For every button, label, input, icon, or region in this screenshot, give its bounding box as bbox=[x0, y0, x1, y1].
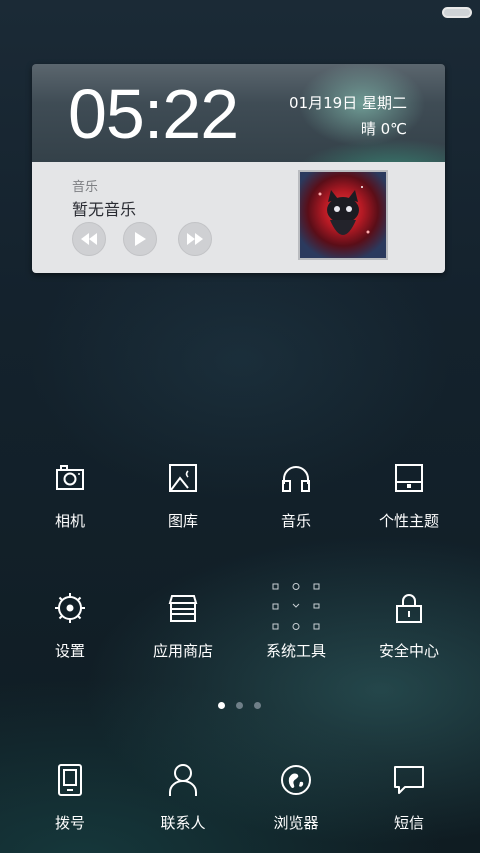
app-label: 设置 bbox=[54, 642, 85, 660]
app-music[interactable]: 音乐 bbox=[241, 450, 351, 550]
app-camera[interactable]: 相机 bbox=[15, 450, 125, 550]
dock-dialer[interactable]: 拨号 bbox=[15, 752, 125, 852]
app-settings[interactable]: 设置 bbox=[15, 580, 125, 680]
clock-music-widget[interactable]: 05:22 01月19日 星期二 晴 0℃ 音乐 暂无音乐 bbox=[32, 64, 445, 273]
dock-contacts[interactable]: 联系人 bbox=[128, 752, 238, 852]
app-label: 拨号 bbox=[54, 814, 85, 832]
rewind-icon bbox=[81, 233, 97, 245]
app-label: 相机 bbox=[54, 512, 85, 530]
app-label: 短信 bbox=[393, 814, 424, 832]
gear-icon bbox=[42, 580, 98, 636]
clock-time: 05:22 bbox=[68, 75, 239, 153]
tools-folder-icon bbox=[268, 580, 324, 636]
previous-button[interactable] bbox=[72, 222, 106, 256]
page-dot[interactable] bbox=[236, 702, 243, 709]
page-dot-active[interactable] bbox=[218, 702, 225, 709]
folder-system-tools[interactable]: 系统工具 bbox=[241, 580, 351, 680]
phone-icon bbox=[42, 752, 98, 808]
date-text: 01月19日 星期二 bbox=[289, 94, 407, 112]
app-security-center[interactable]: 安全中心 bbox=[354, 580, 464, 680]
album-cat-image bbox=[318, 186, 370, 235]
play-icon bbox=[135, 232, 146, 246]
app-label: 系统工具 bbox=[265, 642, 326, 660]
theme-icon bbox=[381, 450, 437, 506]
store-icon bbox=[155, 580, 211, 636]
play-button[interactable] bbox=[123, 222, 157, 256]
gallery-icon bbox=[155, 450, 211, 506]
headphones-icon bbox=[268, 450, 324, 506]
music-panel: 音乐 暂无音乐 bbox=[32, 162, 445, 273]
weather-text: 晴 0℃ bbox=[360, 120, 407, 138]
album-art[interactable] bbox=[298, 170, 388, 260]
app-store[interactable]: 应用商店 bbox=[128, 580, 238, 680]
app-label: 应用商店 bbox=[152, 642, 213, 660]
app-gallery[interactable]: 图库 bbox=[128, 450, 238, 550]
lock-icon bbox=[381, 580, 437, 636]
app-label: 浏览器 bbox=[273, 814, 319, 832]
message-icon bbox=[381, 752, 437, 808]
contact-icon bbox=[155, 752, 211, 808]
app-label: 图库 bbox=[167, 512, 198, 530]
clock-weather-panel[interactable]: 05:22 01月19日 星期二 晴 0℃ bbox=[32, 64, 445, 162]
next-button[interactable] bbox=[178, 222, 212, 256]
dock-messages[interactable]: 短信 bbox=[354, 752, 464, 852]
app-label: 安全中心 bbox=[378, 642, 439, 660]
dock-browser[interactable]: 浏览器 bbox=[241, 752, 351, 852]
camera-icon bbox=[42, 450, 98, 506]
app-label: 联系人 bbox=[160, 814, 206, 832]
app-label: 个性主题 bbox=[378, 512, 439, 530]
app-themes[interactable]: 个性主题 bbox=[354, 450, 464, 550]
page-dot[interactable] bbox=[254, 702, 261, 709]
app-label: 音乐 bbox=[280, 512, 311, 530]
music-section-label: 音乐 bbox=[72, 180, 99, 195]
battery-icon bbox=[442, 7, 472, 18]
page-indicator bbox=[0, 702, 480, 712]
fast-forward-icon bbox=[187, 233, 203, 245]
browser-icon bbox=[268, 752, 324, 808]
now-playing-title: 暂无音乐 bbox=[72, 200, 137, 219]
